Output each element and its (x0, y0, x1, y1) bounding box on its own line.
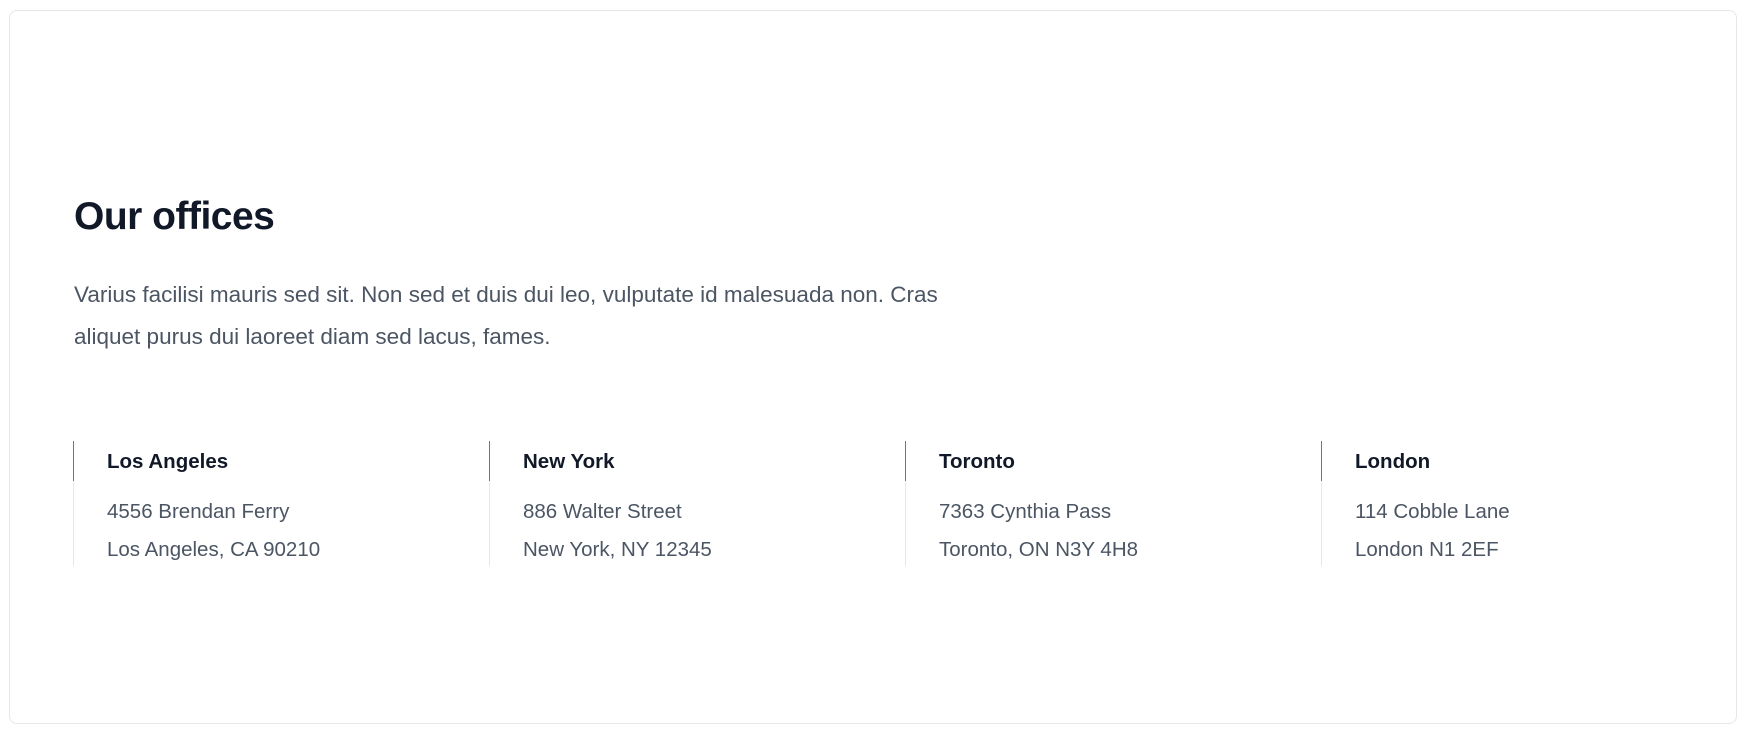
office-address-line1: 886 Walter Street (523, 500, 682, 523)
office-name: New York (523, 450, 615, 473)
office-name: Toronto (939, 450, 1015, 473)
office-accent-bar (905, 441, 906, 481)
office-address-line1: 114 Cobble Lane (1355, 500, 1510, 523)
office-address-line2: London N1 2EF (1355, 538, 1499, 561)
office-card-los-angeles: Los Angeles 4556 Brendan Ferry Los Angel… (73, 441, 434, 566)
office-accent-bar (489, 441, 490, 481)
office-accent-bar (1321, 441, 1322, 481)
office-address: 886 Walter Street New York, NY 12345 (523, 493, 712, 569)
section-title: Our offices (74, 195, 275, 238)
office-address-line2: Los Angeles, CA 90210 (107, 538, 321, 561)
offices-list: Los Angeles 4556 Brendan Ferry Los Angel… (73, 441, 1737, 566)
section-description: Varius facilisi mauris sed sit. Non sed … (74, 282, 938, 349)
page-frame: Our offices Varius facilisi mauris sed s… (9, 10, 1737, 724)
office-address-line1: 4556 Brendan Ferry (107, 500, 290, 523)
office-address-line2: New York, NY 12345 (523, 538, 712, 561)
office-card-toronto: Toronto 7363 Cynthia Pass Toronto, ON N3… (905, 441, 1266, 566)
office-card-london: London 114 Cobble Lane London N1 2EF (1321, 441, 1682, 566)
office-accent-bar (73, 441, 74, 481)
office-address: 114 Cobble Lane London N1 2EF (1355, 493, 1510, 569)
office-address: 4556 Brendan Ferry Los Angeles, CA 90210 (107, 493, 320, 569)
office-address-line1: 7363 Cynthia Pass (939, 500, 1112, 523)
office-card-new-york: New York 886 Walter Street New York, NY … (489, 441, 850, 566)
office-name: London (1355, 450, 1431, 473)
office-name: Los Angeles (107, 450, 229, 473)
office-address-line2: Toronto, ON N3Y 4H8 (939, 538, 1139, 561)
office-address: 7363 Cynthia Pass Toronto, ON N3Y 4H8 (939, 493, 1138, 569)
